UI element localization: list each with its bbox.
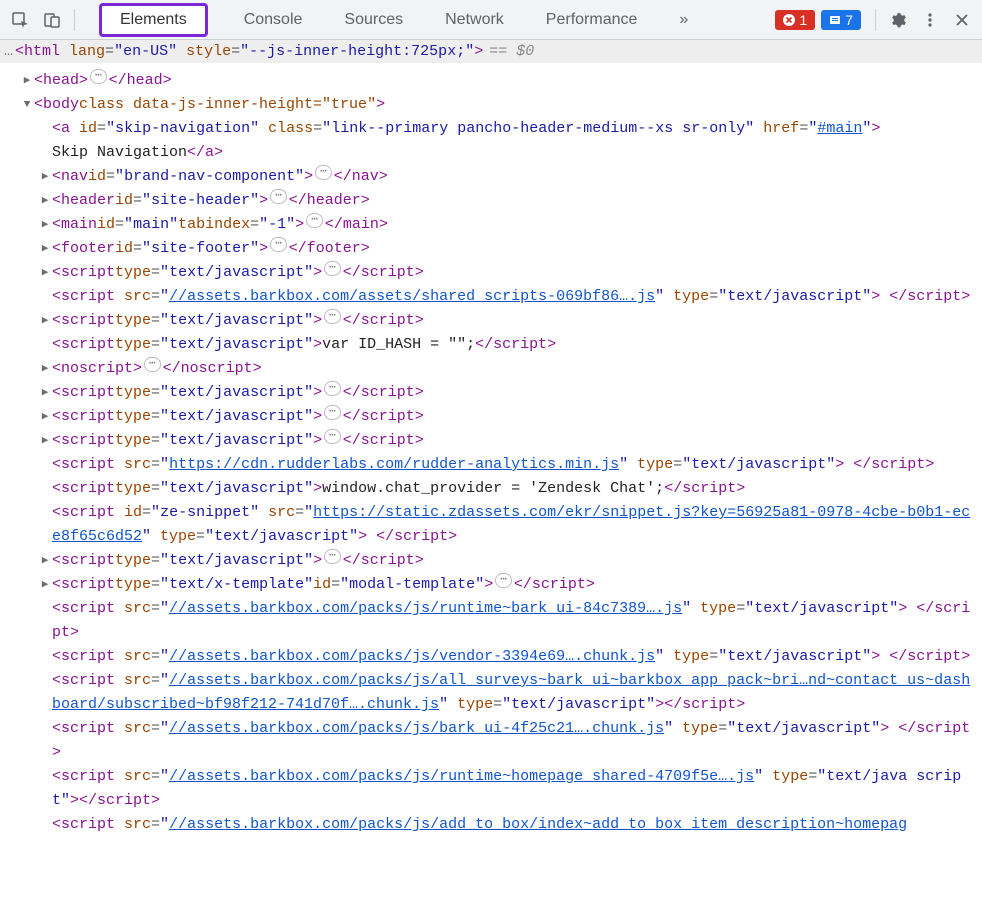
html-style-value: --js-inner-height:725px; xyxy=(249,43,465,60)
node-script-idhash[interactable]: <script type="text/javascript"> var ID_H… xyxy=(2,333,978,357)
separator xyxy=(875,9,876,31)
node-script-rudder[interactable]: <script src="https://cdn.rudderlabs.com/… xyxy=(2,453,978,477)
node-script-packs[interactable]: <script src="//assets.barkbox.com/packs/… xyxy=(2,717,978,765)
script-src-link[interactable]: //assets.barkbox.com/assets/shared_scrip… xyxy=(169,288,655,305)
node-script-zendesk-text[interactable]: <script type="text/javascript"> window.c… xyxy=(2,477,978,501)
node-header[interactable]: ▶ <header id="site-header">⋯</header> xyxy=(2,189,978,213)
node-footer[interactable]: ▶ <footer id="site-footer">⋯</footer> xyxy=(2,237,978,261)
kebab-menu-icon[interactable] xyxy=(914,4,946,36)
node-nav[interactable]: ▶ <nav id="brand-nav-component">⋯</nav> xyxy=(2,165,978,189)
expand-toggle-icon[interactable]: ▶ xyxy=(38,549,52,573)
node-anchor[interactable]: <a id="skip-navigation" class="link--pri… xyxy=(2,117,978,141)
expand-toggle-icon[interactable]: ▶ xyxy=(38,261,52,285)
devtools-toolbar: Elements Console Sources Network Perform… xyxy=(0,0,982,40)
node-script-packs[interactable]: <script src="//assets.barkbox.com/packs/… xyxy=(2,645,978,669)
node-script-xtemplate[interactable]: ▶ <script type="text/x-template" id="mod… xyxy=(2,573,978,597)
dom-tree[interactable]: ▶ <head>⋯</head> ▼ <body class data-js-i… xyxy=(0,63,982,843)
device-toggle-icon[interactable] xyxy=(36,4,68,36)
expand-toggle-icon[interactable]: ▶ xyxy=(38,165,52,189)
expand-toggle-icon[interactable]: ▶ xyxy=(38,237,52,261)
tab-performance[interactable]: Performance xyxy=(540,0,644,39)
expand-toggle-icon[interactable]: ▶ xyxy=(38,381,52,405)
expand-toggle-icon[interactable]: ▶ xyxy=(38,309,52,333)
close-icon[interactable] xyxy=(946,4,978,36)
inspect-element-icon[interactable] xyxy=(4,4,36,36)
expand-toggle-icon[interactable]: ▶ xyxy=(20,69,34,93)
script-src-link[interactable]: https://cdn.rudderlabs.com/rudder-analyt… xyxy=(169,456,619,473)
expand-toggle-icon[interactable]: ▶ xyxy=(38,189,52,213)
node-body[interactable]: ▼ <body class data-js-inner-height="true… xyxy=(2,93,978,117)
separator xyxy=(74,9,75,31)
issue-count: 7 xyxy=(845,12,853,28)
node-script-packs[interactable]: <script src="//assets.barkbox.com/packs/… xyxy=(2,813,978,837)
selected-node-header[interactable]: … <html lang="en-US" style="--js-inner-h… xyxy=(0,40,982,63)
node-script[interactable]: ▶ <script type="text/javascript">⋯</scri… xyxy=(2,429,978,453)
error-count-badge[interactable]: 1 xyxy=(775,10,815,30)
body-attrs: class data-js-inner-height="true" xyxy=(79,93,376,117)
collapsed-ellipsis-icon[interactable]: ⋯ xyxy=(90,69,107,84)
tab-more[interactable]: » xyxy=(673,0,694,39)
expand-toggle-icon[interactable]: ▶ xyxy=(38,357,52,381)
tab-console[interactable]: Console xyxy=(238,0,309,39)
script-src-link[interactable]: //assets.barkbox.com/packs/js/vendor-339… xyxy=(169,648,655,665)
expand-toggle-icon[interactable]: ▶ xyxy=(38,213,52,237)
node-script-packs[interactable]: <script src="//assets.barkbox.com/packs/… xyxy=(2,765,978,813)
tab-sources[interactable]: Sources xyxy=(338,0,409,39)
node-script-packs[interactable]: <script src="//assets.barkbox.com/packs/… xyxy=(2,669,978,717)
panel-tabs: Elements Console Sources Network Perform… xyxy=(99,0,694,39)
expand-toggle-icon[interactable]: ▶ xyxy=(38,429,52,453)
node-script-packs[interactable]: <script src="//assets.barkbox.com/packs/… xyxy=(2,597,978,645)
node-script[interactable]: ▶ <script type="text/javascript">⋯</scri… xyxy=(2,261,978,285)
tab-elements[interactable]: Elements xyxy=(99,3,208,37)
node-script[interactable]: ▶ <script type="text/javascript">⋯</scri… xyxy=(2,309,978,333)
node-head[interactable]: ▶ <head>⋯</head> xyxy=(2,69,978,93)
expand-toggle-icon[interactable]: ▶ xyxy=(38,573,52,597)
node-script[interactable]: ▶ <script type="text/javascript">⋯</scri… xyxy=(2,381,978,405)
script-src-link[interactable]: //assets.barkbox.com/packs/js/runtime~ba… xyxy=(169,600,682,617)
script-src-link[interactable]: //assets.barkbox.com/packs/js/bark_ui-4f… xyxy=(169,720,664,737)
node-main[interactable]: ▶ <main id="main" tabindex="-1">⋯</main> xyxy=(2,213,978,237)
anchor-href-link[interactable]: #main xyxy=(817,120,862,137)
expand-toggle-icon[interactable]: ▼ xyxy=(20,93,34,117)
node-noscript[interactable]: ▶ <noscript>⋯</noscript> xyxy=(2,357,978,381)
issue-count-badge[interactable]: 7 xyxy=(821,10,861,30)
html-lang-value: en-US xyxy=(123,43,168,60)
node-script-ze-snippet[interactable]: <script id="ze-snippet" src="https://sta… xyxy=(2,501,978,549)
error-count: 1 xyxy=(799,12,807,28)
tab-network[interactable]: Network xyxy=(439,0,510,39)
node-script[interactable]: ▶ <script type="text/javascript">⋯</scri… xyxy=(2,405,978,429)
script-src-link[interactable]: //assets.barkbox.com/packs/js/add_to_box… xyxy=(169,816,907,833)
settings-gear-icon[interactable] xyxy=(882,4,914,36)
script-src-link[interactable]: //assets.barkbox.com/packs/js/runtime~ho… xyxy=(169,768,754,785)
node-script-src[interactable]: <script src="//assets.barkbox.com/assets… xyxy=(2,285,978,309)
node-script[interactable]: ▶ <script type="text/javascript">⋯</scri… xyxy=(2,549,978,573)
ellipsis-icon: … xyxy=(2,43,15,60)
expand-toggle-icon[interactable]: ▶ xyxy=(38,405,52,429)
node-anchor-text[interactable]: Skip Navigation</a> xyxy=(2,141,978,165)
